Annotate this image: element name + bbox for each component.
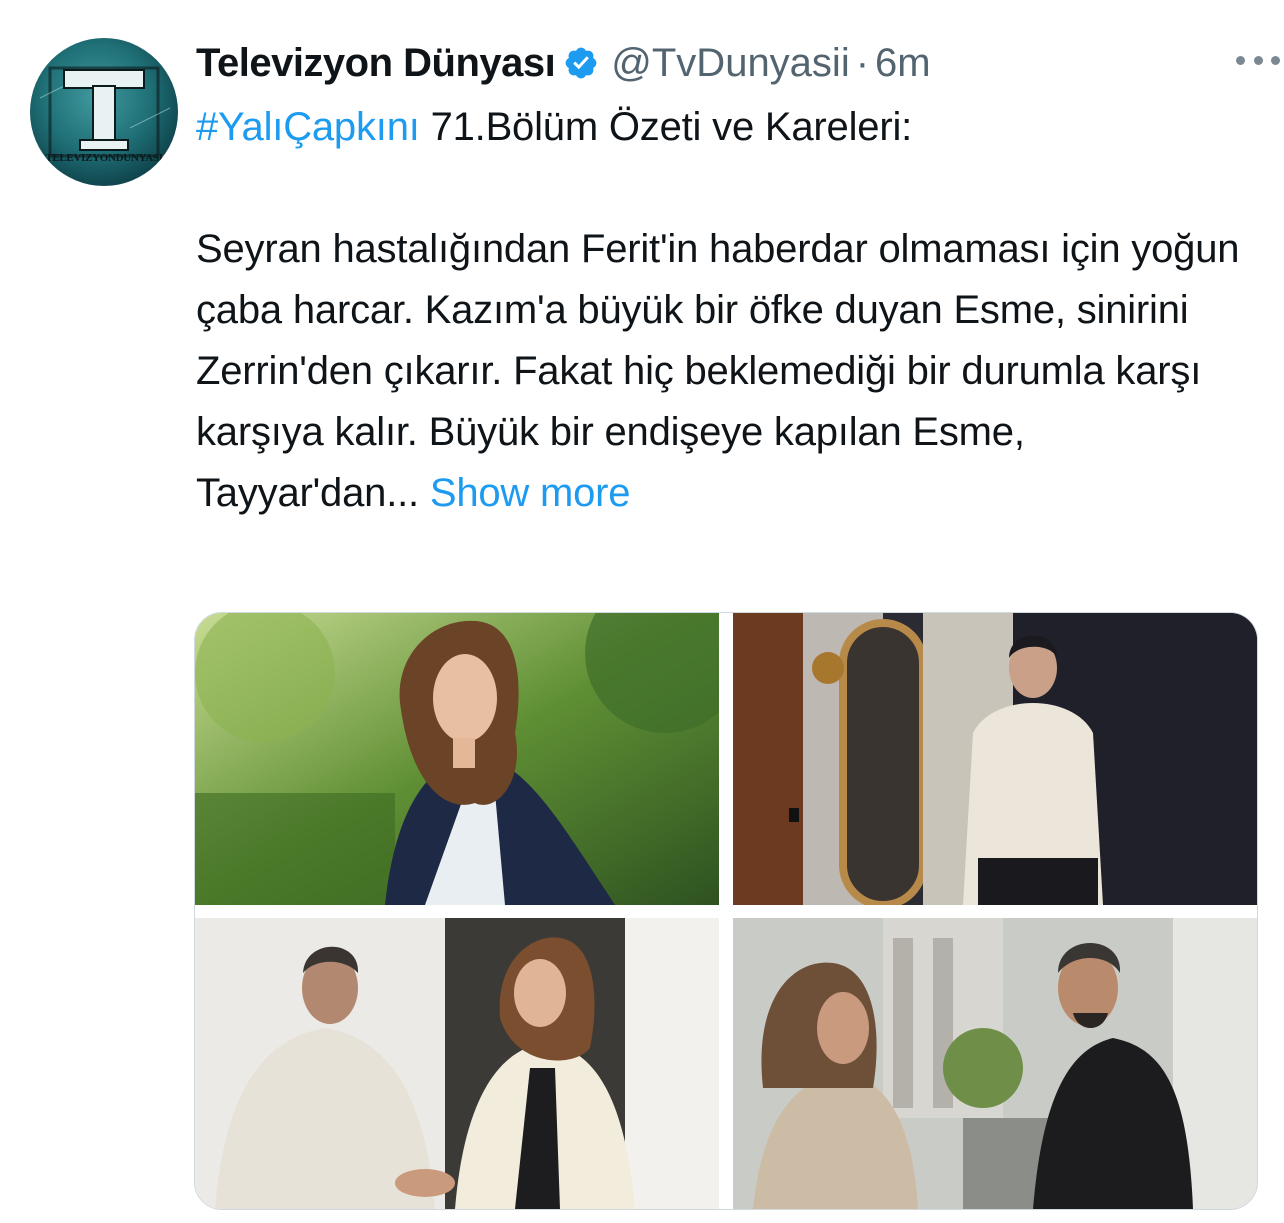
display-name[interactable]: Televizyon Dünyası: [196, 41, 556, 86]
more-dot: [1271, 55, 1280, 65]
avatar[interactable]: TELEVIZYONDUNYASI: [30, 38, 178, 186]
hashtag-link[interactable]: #YalıÇapkını: [196, 105, 420, 149]
more-options-icon[interactable]: [1236, 48, 1280, 72]
avatar-caption: TELEVIZYONDUNYASI: [45, 152, 163, 164]
photo-man-white-sweater-mirror[interactable]: [733, 613, 1257, 905]
photo-3-image: [195, 918, 719, 1209]
headline-text: 71.Bölüm Özeti ve Kareleri:: [419, 105, 913, 149]
tweet-text: #YalıÇapkını 71.Bölüm Özeti ve Kareleri:…: [196, 97, 1256, 524]
more-dot: [1236, 55, 1245, 65]
show-more-link[interactable]: Show more: [430, 471, 631, 515]
verified-badge-icon: [565, 47, 597, 79]
separator-dot: ·: [855, 40, 870, 85]
tweet[interactable]: TELEVIZYONDUNYASI Televizyon Dünyası @Tv…: [0, 0, 1284, 1223]
photo-1-image: [195, 613, 719, 905]
photo-woman-blazer-garden[interactable]: [195, 613, 719, 905]
tweet-header: Televizyon Dünyası @TvDunyasii · 6m: [196, 36, 931, 90]
photo-4-image: [733, 918, 1257, 1209]
photo-handshake-woman-cream-blazer[interactable]: [195, 918, 719, 1209]
media-grid: [194, 612, 1258, 1210]
photo-2-image: [733, 613, 1257, 905]
timestamp[interactable]: 6m: [875, 41, 931, 86]
tweet-body: Seyran hastalığından Ferit'in haberdar o…: [196, 219, 1256, 524]
more-dot: [1253, 55, 1263, 65]
body-text: Seyran hastalığından Ferit'in haberdar o…: [196, 227, 1240, 515]
tweet-headline: #YalıÇapkını 71.Bölüm Özeti ve Kareleri:: [196, 97, 1256, 158]
handle[interactable]: @TvDunyasii: [611, 41, 849, 86]
photo-woman-man-courtyard[interactable]: [733, 918, 1257, 1209]
